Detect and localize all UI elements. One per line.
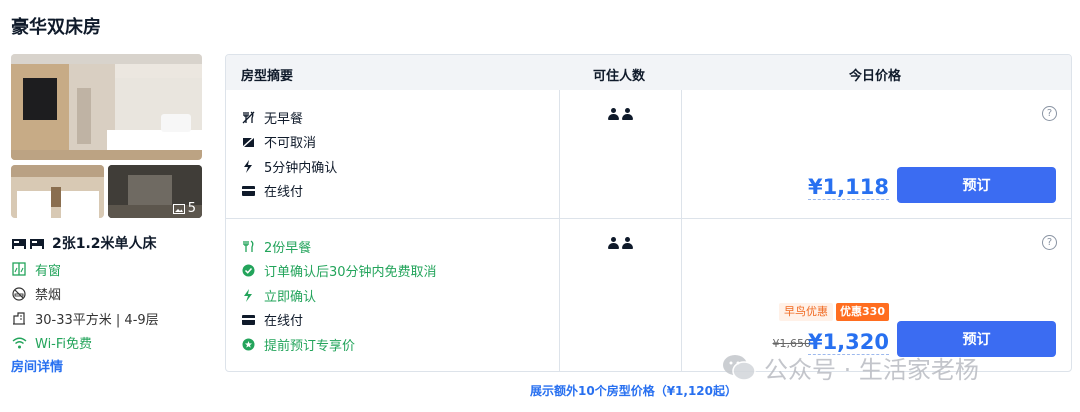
policy-cancellation: 不可取消	[241, 130, 546, 155]
photo-count-badge: 5	[172, 201, 196, 216]
original-price: ¥1,650	[772, 337, 812, 350]
no-breakfast-icon	[241, 110, 255, 124]
smoking-info: 禁烟	[11, 282, 211, 307]
policy-advance-booking: 提前预订专享价	[241, 332, 546, 357]
policy-payment: 在线付	[241, 179, 546, 204]
photo-count: 5	[187, 201, 196, 216]
room-facts: 2张1.2米单人床 有窗 禁烟 30-33平方米 | 4-9层 Wi-Fi免费	[11, 233, 211, 355]
help-icon[interactable]: ?	[1042, 235, 1057, 250]
star-badge-icon	[241, 337, 255, 351]
watermark-text: 公众号 · 生活家老杨	[764, 356, 979, 384]
policy-text: 在线付	[264, 314, 304, 330]
room-photo-thumb-2[interactable]: 5	[108, 165, 202, 218]
policy-text: 订单确认后30分钟内免费取消	[264, 265, 437, 281]
window-info: 有窗	[11, 257, 211, 282]
policy-text: 立即确认	[264, 289, 317, 305]
window-label: 有窗	[35, 263, 62, 279]
watermark: 公众号 · 生活家老杨	[722, 350, 979, 385]
check-circle-icon	[241, 264, 255, 278]
wifi-icon	[11, 335, 27, 351]
no-cancel-icon	[241, 135, 255, 149]
no-smoking-icon	[11, 286, 27, 302]
bed-label: 2张1.2米单人床	[52, 236, 157, 252]
header-room-summary: 房型摘要	[241, 69, 294, 84]
room-photo-main[interactable]	[11, 54, 202, 160]
person-icon	[622, 237, 633, 249]
discount-badge: 优惠330	[836, 303, 889, 321]
room-photo-thumb-1[interactable]	[11, 165, 104, 218]
lightning-icon	[241, 288, 255, 302]
area-icon	[11, 310, 27, 326]
bed-info: 2张1.2米单人床	[11, 233, 211, 253]
header-today-price: 今日价格	[849, 69, 902, 84]
wifi-label: Wi-Fi免费	[35, 337, 93, 353]
policy-text: 在线付	[264, 185, 304, 201]
occupancy-icons	[608, 108, 633, 120]
header-occupancy: 可住人数	[593, 69, 646, 84]
person-icon	[608, 237, 619, 249]
twin-bed-icon	[11, 235, 45, 251]
room-details-link[interactable]: 房间详情	[11, 356, 63, 375]
show-more-rates-link[interactable]: 展示额外10个房型价格（¥1,120起）	[530, 382, 737, 399]
area-floor-info: 30-33平方米 | 4-9层	[11, 306, 211, 331]
lightning-icon	[241, 159, 255, 173]
rate-row: 无早餐 不可取消 5分钟内确认 在线付 ? ¥1,118 预订	[226, 90, 1071, 218]
window-icon	[11, 261, 27, 277]
rate-table-header: 房型摘要 可住人数 今日价格	[226, 55, 1071, 90]
card-icon	[241, 313, 255, 327]
policy-text: 2份早餐	[264, 240, 312, 256]
person-icon	[622, 108, 633, 120]
card-icon	[241, 184, 255, 198]
policy-text: 5分钟内确认	[264, 160, 338, 176]
rate-policies: 2份早餐 订单确认后30分钟内免费取消 立即确认 在线付 提前预订专享价	[241, 234, 546, 357]
book-button[interactable]: 预订	[897, 167, 1056, 203]
wechat-icon	[723, 354, 756, 381]
policy-confirmation: 5分钟内确认	[241, 154, 546, 179]
breakfast-icon	[241, 239, 255, 253]
help-icon[interactable]: ?	[1042, 106, 1057, 121]
rate-table: 房型摘要 可住人数 今日价格 无早餐 不可取消 5分钟内确认 在线付 ? ¥1,…	[225, 54, 1072, 372]
smoking-label: 禁烟	[35, 288, 62, 304]
area-floor-label: 30-33平方米 | 4-9层	[35, 312, 159, 328]
policy-cancellation: 订单确认后30分钟内免费取消	[241, 259, 546, 284]
wifi-info: Wi-Fi免费	[11, 331, 211, 356]
person-icon	[608, 108, 619, 120]
occupancy-icons	[608, 237, 633, 249]
early-bird-badge: 早鸟优惠	[779, 303, 833, 321]
rate-policies: 无早餐 不可取消 5分钟内确认 在线付	[241, 105, 546, 203]
policy-breakfast: 2份早餐	[241, 234, 546, 259]
policy-text: 提前预订专享价	[264, 338, 356, 354]
gallery-icon	[172, 203, 185, 214]
rate-row: 2份早餐 订单确认后30分钟内免费取消 立即确认 在线付 提前预订专享价 ? 早…	[226, 218, 1071, 371]
policy-text: 不可取消	[264, 136, 317, 152]
policy-breakfast: 无早餐	[241, 105, 546, 130]
policy-confirmation: 立即确认	[241, 283, 546, 308]
room-title: 豪华双床房	[11, 17, 101, 38]
policy-text: 无早餐	[264, 111, 304, 127]
policy-payment: 在线付	[241, 308, 546, 333]
price[interactable]: ¥1,118	[807, 175, 889, 200]
